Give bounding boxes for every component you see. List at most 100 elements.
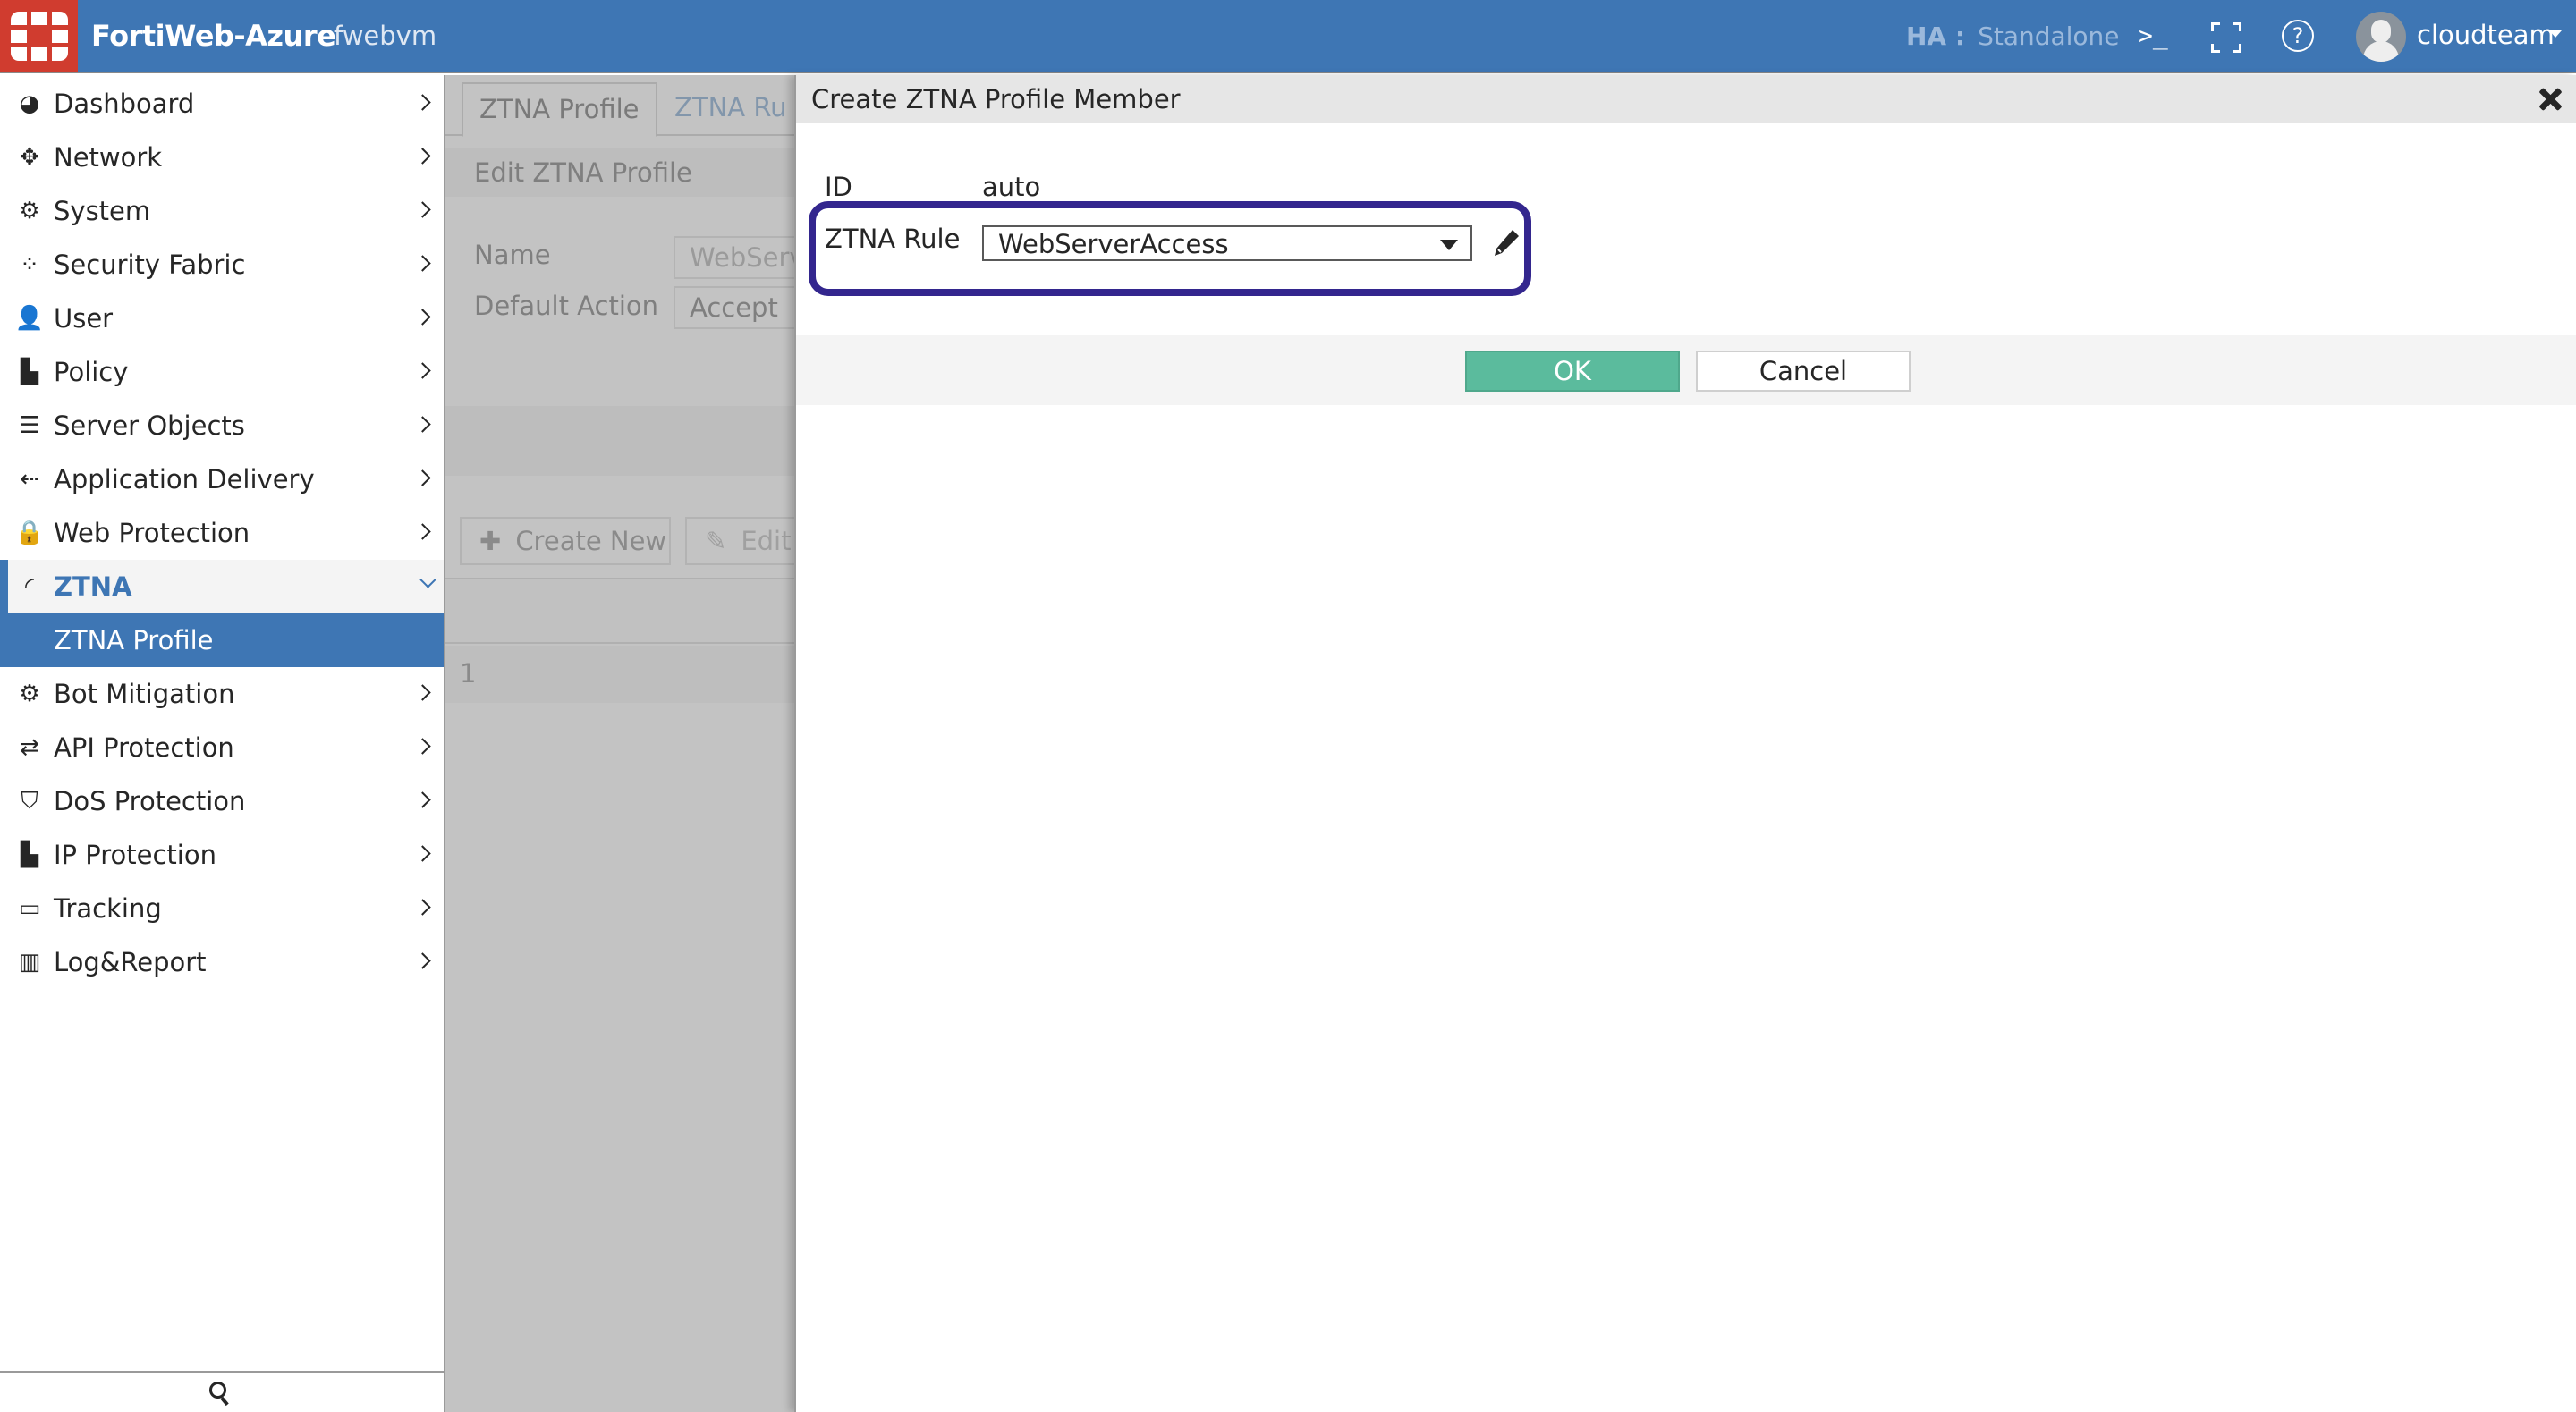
sidebar-item-user[interactable]: 👤 User — [0, 292, 444, 345]
sidebar-footer — [0, 1371, 444, 1412]
chevron-right-icon — [414, 952, 431, 969]
chevron-right-icon — [414, 738, 431, 755]
sidebar-item-label: API Protection — [54, 732, 234, 763]
sidebar-item-dashboard[interactable]: ◕ Dashboard — [0, 77, 444, 131]
sidebar-item-api-protection[interactable]: ⇄ API Protection — [0, 721, 444, 774]
pencil-icon[interactable] — [1491, 227, 1521, 259]
help-icon[interactable]: ? — [2282, 20, 2314, 52]
sidebar-item-ztna-profile[interactable]: ZTNA Profile — [0, 613, 444, 667]
tab-ztna-rule[interactable]: ZTNA Ru — [658, 82, 794, 138]
fullscreen-icon[interactable] — [2211, 22, 2241, 53]
edit-button[interactable]: ✎ Edit — [685, 517, 794, 565]
name-field[interactable]: WebServ — [674, 236, 794, 279]
bar-chart-icon: ▥ — [18, 949, 41, 976]
sidebar-item-network[interactable]: ✥ Network — [0, 131, 444, 184]
cli-console-icon[interactable]: >_ — [2138, 16, 2168, 55]
sidebar-item-label: Dashboard — [54, 89, 195, 119]
dialog-footer: OK Cancel — [796, 335, 2576, 405]
chevron-right-icon — [414, 255, 431, 272]
chevron-right-icon — [414, 684, 431, 701]
move-arrows-icon: ✥ — [20, 144, 39, 171]
chevron-right-icon — [414, 362, 431, 379]
chevron-right-icon — [414, 309, 431, 326]
sidebar-item-label: Server Objects — [54, 410, 245, 441]
logo-icon — [10, 11, 68, 61]
sidebar-item-label: ZTNA Profile — [54, 625, 214, 655]
caret-down-icon[interactable] — [2549, 30, 2562, 38]
sidebar-item-system[interactable]: ⚙ System — [0, 184, 444, 238]
row-id: 1 — [460, 658, 477, 689]
user-icon: 👤 — [14, 305, 45, 332]
user-menu[interactable]: cloudteam — [2417, 20, 2555, 50]
ok-button[interactable]: OK — [1465, 351, 1680, 392]
dialog-title: Create ZTNA Profile Member — [811, 84, 1181, 114]
pencil-icon: ✎ — [705, 526, 727, 556]
sidebar-item-ip-protection[interactable]: ▙ IP Protection — [0, 828, 444, 882]
table-row[interactable]: 1 — [445, 646, 794, 703]
sidebar: ◕ Dashboard ✥ Network ⚙ System ⁘ Security Fabri… — [0, 75, 445, 1412]
sidebar-item-label: Bot Mitigation — [54, 679, 235, 709]
ha-status: HA : Standalone — [1906, 21, 2120, 51]
laptop-icon: ▭ — [18, 895, 41, 922]
default-action-select[interactable]: Accept — [674, 286, 794, 329]
chevron-right-icon — [414, 523, 431, 540]
sidebar-item-log-report[interactable]: ▥ Log&Report — [0, 935, 444, 989]
table-header — [445, 578, 794, 644]
chevron-right-icon — [414, 469, 431, 486]
plus-icon: ✚ — [479, 526, 502, 556]
tab-bar: ZTNA Profile ZTNA Ru — [445, 75, 794, 138]
sidebar-item-bot-mitigation[interactable]: ⚙ Bot Mitigation — [0, 667, 444, 721]
ztna-rule-value: WebServerAccess — [998, 229, 1229, 259]
dashboard-icon: ◕ — [19, 90, 40, 117]
fortinet-logo[interactable] — [0, 0, 78, 72]
ha-label: HA : — [1906, 21, 1966, 51]
ha-value: Standalone — [1978, 21, 2120, 51]
sidebar-item-label: Network — [54, 142, 163, 173]
lock-icon: 🔒 — [14, 520, 45, 546]
sidebar-item-application-delivery[interactable]: ⇠ Application Delivery — [0, 452, 444, 506]
sidebar-item-dos-protection[interactable]: ⛉ DoS Protection — [0, 774, 444, 828]
chevron-right-icon — [414, 416, 431, 433]
sidebar-item-ztna[interactable]: ◜ ZTNA — [0, 560, 444, 613]
host-name: fwebvm — [334, 21, 437, 51]
sidebar-item-label: IP Protection — [54, 840, 216, 870]
app-title: FortiWeb-Azure — [91, 19, 336, 53]
avatar[interactable] — [2356, 12, 2406, 62]
gear-icon: ⚙ — [19, 198, 40, 224]
shield-icon: ⛉ — [21, 787, 38, 815]
section-band — [445, 406, 794, 476]
sidebar-item-security-fabric[interactable]: ⁘ Security Fabric — [0, 238, 444, 292]
chevron-right-icon — [414, 845, 431, 862]
sidebar-item-tracking[interactable]: ▭ Tracking — [0, 882, 444, 935]
sidebar-item-label: Policy — [54, 357, 129, 387]
sidebar-item-label: Security Fabric — [54, 249, 246, 280]
ztna-rule-label: ZTNA Rule — [825, 224, 961, 254]
sidebar-item-label: User — [54, 303, 114, 334]
fingerprint-icon: ◜ — [24, 573, 35, 600]
dialog-header: Create ZTNA Profile Member — [796, 75, 2576, 123]
create-new-label: Create New — [515, 526, 667, 556]
exchange-icon: ⇄ — [20, 734, 39, 761]
sidebar-item-label: Log&Report — [54, 947, 207, 977]
sidebar-item-label: DoS Protection — [54, 786, 246, 816]
edit-label: Edit — [741, 526, 792, 556]
close-icon[interactable] — [2538, 87, 2563, 112]
cancel-button[interactable]: Cancel — [1696, 351, 1911, 392]
search-icon[interactable] — [209, 1382, 231, 1407]
ip-policy-icon: ▙ — [21, 841, 38, 868]
id-value: auto — [982, 172, 1041, 202]
ztna-rule-select[interactable]: WebServerAccess — [982, 225, 1472, 261]
sidebar-item-label: Application Delivery — [54, 464, 315, 495]
background-panel: ZTNA Profile ZTNA Ru Edit ZTNA Profile N… — [445, 75, 794, 1412]
chevron-right-icon — [414, 791, 431, 808]
server-icon: ☰ — [19, 412, 40, 439]
sidebar-item-label: ZTNA — [54, 571, 132, 602]
create-new-button[interactable]: ✚ Create New — [460, 517, 671, 565]
chevron-right-icon — [414, 94, 431, 111]
sidebar-item-policy[interactable]: ▙ Policy — [0, 345, 444, 399]
sidebar-item-web-protection[interactable]: 🔒 Web Protection — [0, 506, 444, 560]
delivery-icon: ⇠ — [20, 466, 39, 493]
edit-profile-title: Edit ZTNA Profile — [474, 157, 692, 188]
sidebar-item-server-objects[interactable]: ☰ Server Objects — [0, 399, 444, 452]
tab-ztna-profile[interactable]: ZTNA Profile — [462, 82, 657, 138]
